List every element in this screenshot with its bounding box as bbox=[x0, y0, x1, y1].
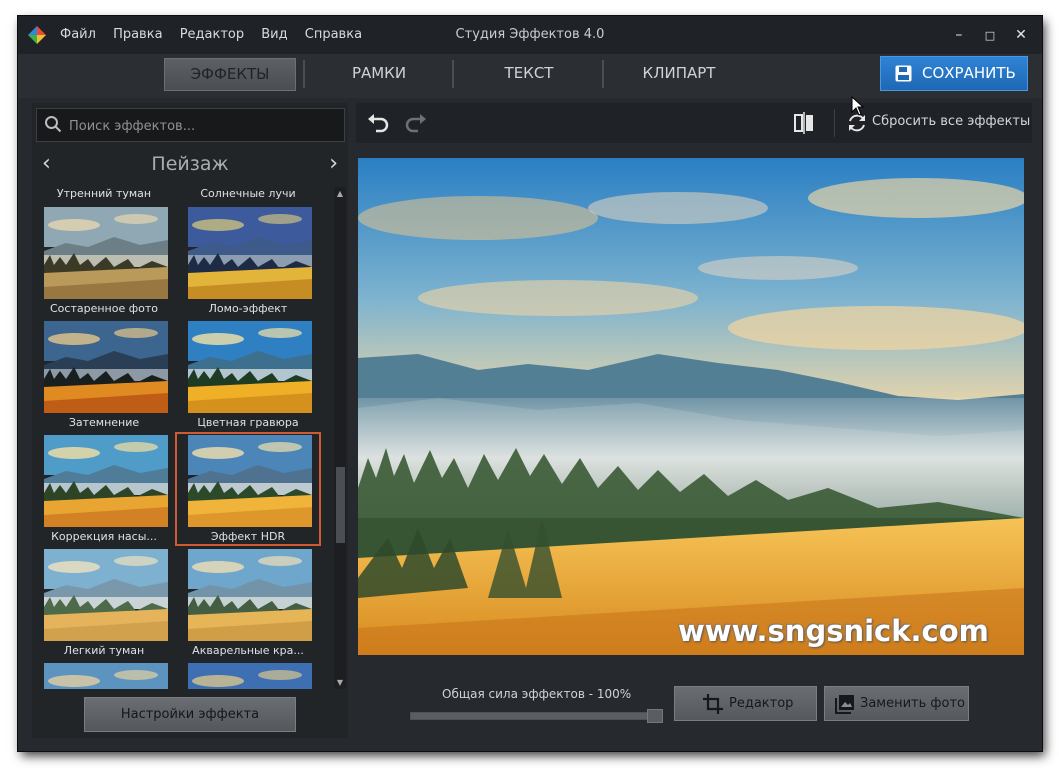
tile-label: Затемнение bbox=[68, 416, 140, 429]
effect-thumbnail bbox=[44, 207, 168, 299]
watermark-text: www.sngsnick.com bbox=[678, 614, 989, 648]
floppy-disk-icon bbox=[895, 65, 912, 82]
photo-icon bbox=[835, 695, 854, 714]
tile-label: Солнечные лучи bbox=[200, 187, 296, 200]
tab-effects[interactable]: ЭФФЕКТЫ bbox=[164, 58, 296, 91]
tile-label: Цветная гравюра bbox=[197, 416, 299, 429]
effect-thumbnail bbox=[44, 663, 168, 689]
menu-editor[interactable]: Редактор bbox=[180, 27, 244, 42]
menu-bar: Файл Правка Редактор Вид Справка bbox=[60, 27, 375, 42]
effect-settings-button[interactable]: Настройки эффекта bbox=[84, 697, 296, 732]
slider-handle[interactable] bbox=[647, 709, 663, 723]
search-icon bbox=[45, 116, 62, 133]
scroll-down-icon[interactable]: ▼ bbox=[334, 678, 346, 687]
effect-tile[interactable] bbox=[176, 661, 320, 689]
replace-photo-button[interactable]: Заменить фото bbox=[824, 686, 969, 721]
effect-thumbnail bbox=[188, 207, 312, 299]
effects-grid: Утренний туман Солнечные лучи Состаренно… bbox=[32, 187, 332, 689]
tab-clipart[interactable]: КЛИПАРТ bbox=[614, 58, 744, 89]
tile-label: Коррекция насы... bbox=[51, 530, 157, 543]
effect-tile[interactable]: Акварельные кра... bbox=[176, 547, 320, 659]
effect-thumbnail bbox=[44, 435, 168, 527]
menu-file[interactable]: Файл bbox=[60, 27, 96, 42]
photo-preview: www.sngsnick.com bbox=[358, 158, 1024, 655]
tab-divider bbox=[602, 60, 604, 88]
effect-tile-selected[interactable]: Эффект HDR bbox=[175, 432, 321, 546]
reset-effects-button[interactable]: Сбросить все эффекты bbox=[872, 114, 1030, 129]
landscape-photo bbox=[358, 158, 1024, 655]
tile-label: Ломо-эффект bbox=[208, 302, 288, 315]
effect-thumbnail bbox=[44, 321, 168, 413]
tab-divider bbox=[452, 60, 454, 88]
tab-text[interactable]: ТЕКСТ bbox=[464, 58, 594, 89]
save-button-label: СОХРАНИТЬ bbox=[922, 64, 1016, 82]
tab-divider bbox=[303, 60, 305, 88]
category-title: Пейзаж bbox=[151, 153, 229, 175]
app-logo-icon bbox=[28, 26, 46, 44]
tile-label: Легкий туман bbox=[63, 644, 145, 657]
effect-tile[interactable] bbox=[32, 661, 176, 689]
toolbar-divider bbox=[834, 109, 835, 137]
replace-photo-label: Заменить фото bbox=[860, 696, 966, 711]
effect-thumbnail bbox=[188, 435, 312, 527]
effect-thumbnail bbox=[188, 321, 312, 413]
preview-toolbar: Сбросить все эффекты bbox=[356, 103, 1032, 143]
title-bar: Файл Правка Редактор Вид Справка Студия … bbox=[18, 16, 1042, 54]
editor-button-label: Редактор bbox=[729, 696, 794, 711]
effect-tile[interactable]: Легкий туман bbox=[32, 547, 176, 659]
scroll-up-icon[interactable]: ▲ bbox=[334, 189, 346, 198]
effects-panel: ‹ Пейзаж › bbox=[32, 103, 348, 738]
redo-icon[interactable] bbox=[404, 113, 428, 133]
compare-icon[interactable] bbox=[794, 112, 814, 134]
scrollbar-thumb[interactable] bbox=[336, 467, 345, 543]
mouse-cursor-icon bbox=[851, 96, 865, 116]
partial-row-labels: Утренний туман Солнечные лучи bbox=[32, 187, 332, 203]
effect-strength-label: Общая сила эффектов - 100% bbox=[442, 687, 632, 701]
effect-tile[interactable]: Коррекция насы... bbox=[32, 433, 176, 545]
tab-bar: ЭФФЕКТЫ РАМКИ ТЕКСТ КЛИПАРТ СОХРАНИТЬ bbox=[18, 54, 1042, 98]
minimize-button[interactable]: – bbox=[952, 27, 966, 43]
effect-thumbnail bbox=[188, 663, 312, 689]
search-input[interactable] bbox=[67, 109, 341, 143]
tile-label: Эффект HDR bbox=[210, 530, 286, 543]
close-button[interactable]: ✕ bbox=[1014, 27, 1028, 43]
app-window: Файл Правка Редактор Вид Справка Студия … bbox=[18, 16, 1042, 751]
effect-strength-slider[interactable] bbox=[410, 709, 663, 723]
window-controls: – □ ✕ bbox=[940, 24, 1028, 43]
effect-tile[interactable]: Ломо-эффект bbox=[176, 205, 320, 317]
menu-help[interactable]: Справка bbox=[305, 27, 362, 42]
tile-label: Состаренное фото bbox=[49, 302, 158, 315]
effect-tile[interactable]: Состаренное фото bbox=[32, 205, 176, 317]
effect-tile[interactable]: Цветная гравюра bbox=[176, 319, 320, 431]
tile-label: Акварельные кра... bbox=[192, 644, 304, 657]
crop-icon bbox=[703, 694, 723, 714]
slider-fill bbox=[411, 713, 661, 719]
save-button[interactable]: СОХРАНИТЬ bbox=[880, 56, 1028, 91]
next-category-button[interactable]: › bbox=[329, 151, 338, 176]
effect-thumbnail bbox=[188, 549, 312, 641]
maximize-button[interactable]: □ bbox=[983, 29, 997, 42]
tile-label: Утренний туман bbox=[56, 187, 152, 200]
menu-edit[interactable]: Правка bbox=[113, 27, 162, 42]
undo-icon[interactable] bbox=[366, 113, 390, 133]
effect-tile[interactable]: Затемнение bbox=[32, 319, 176, 431]
search-box bbox=[36, 108, 345, 143]
editor-button[interactable]: Редактор bbox=[674, 686, 817, 721]
category-nav: ‹ Пейзаж › bbox=[32, 151, 348, 181]
effect-thumbnail bbox=[44, 549, 168, 641]
effects-scrollbar[interactable]: ▲ ▼ bbox=[334, 187, 346, 689]
menu-view[interactable]: Вид bbox=[261, 27, 287, 42]
tab-frames[interactable]: РАМКИ bbox=[314, 58, 444, 89]
